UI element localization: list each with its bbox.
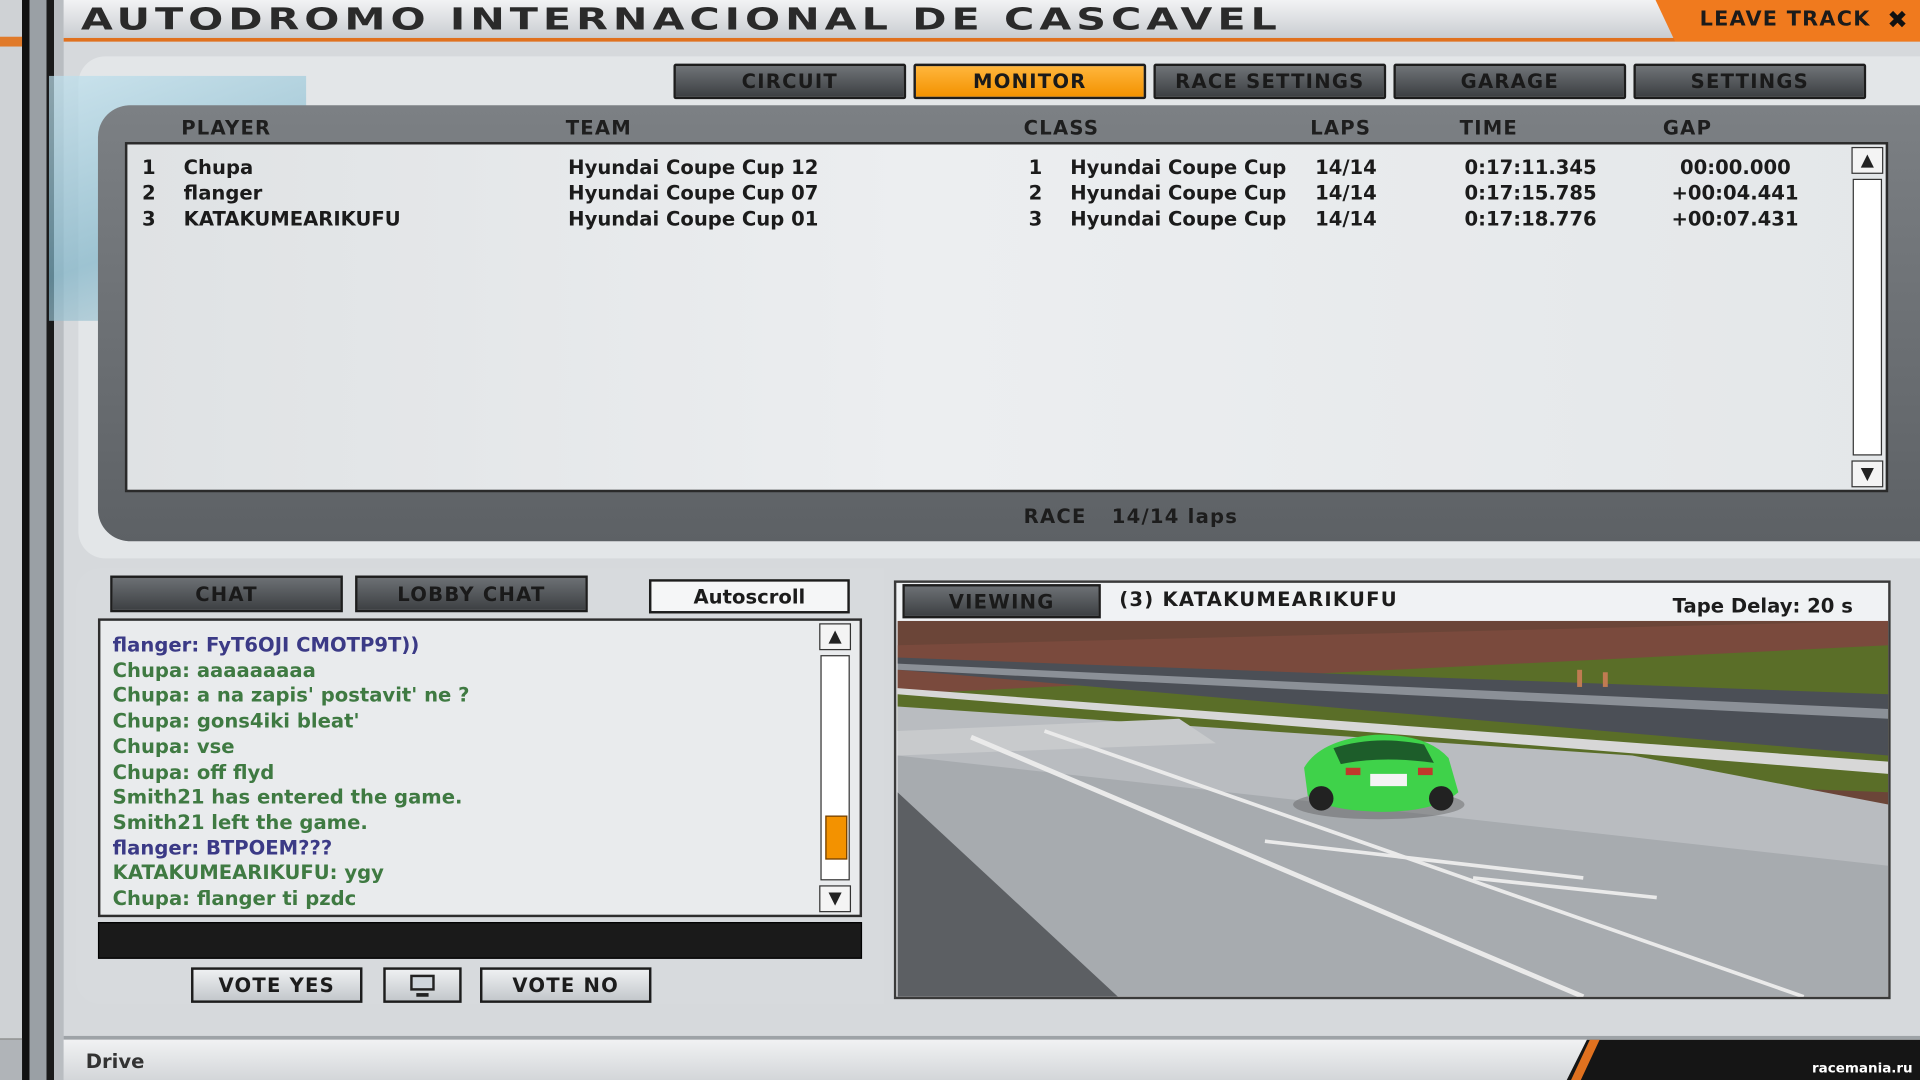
race-info: RACE 14/14 laps [1024, 504, 1238, 527]
tape-delay: Tape Delay: 20 s [1672, 593, 1853, 618]
status-text: Drive [85, 1049, 145, 1073]
scroll-up-icon[interactable]: ▲ [819, 623, 852, 651]
standings-table: 1 Chupa Hyundai Coupe Cup 12 1 Hyundai C… [124, 142, 1889, 493]
scroll-down-icon[interactable]: ▼ [819, 885, 852, 913]
leave-track-label: LEAVE TRACK [1699, 7, 1871, 32]
class-position: 2 [1028, 181, 1043, 205]
status-bar: Drive [63, 1035, 1920, 1080]
table-row[interactable]: 1 Chupa Hyundai Coupe Cup 12 1 Hyundai C… [127, 156, 1841, 182]
standings-scrollbar[interactable]: ▲ ▼ [1851, 146, 1884, 488]
player-name: flanger [183, 181, 263, 205]
laps: 14/14 [1315, 206, 1377, 231]
laps: 14/14 [1315, 155, 1377, 179]
class-position: 3 [1028, 206, 1043, 231]
class-name: Hyundai Coupe Cup [1070, 206, 1287, 231]
team-name: Hyundai Coupe Cup 01 [568, 206, 819, 231]
player-name: KATAKUMEARIKUFU [183, 206, 401, 231]
scroll-up-icon[interactable]: ▲ [1851, 146, 1884, 174]
vote-yes-button[interactable]: VOTE YES [191, 967, 363, 1003]
game-screen: AUTODROMO INTERNACIONAL DE CASCAVEL LEAV… [0, 0, 1920, 1080]
scroll-down-icon[interactable]: ▼ [1851, 460, 1884, 488]
tab-circuit[interactable]: CIRCUIT [673, 63, 907, 100]
laps: 14/14 [1315, 181, 1377, 205]
class-name: Hyundai Coupe Cup [1070, 181, 1287, 205]
gap: 00:00.000 [1680, 155, 1791, 179]
track-title: AUTODROMO INTERNACIONAL DE CASCAVEL [80, 1, 1282, 37]
total-time: 0:17:18.776 [1464, 206, 1597, 231]
tab-garage[interactable]: GARAGE [1393, 63, 1627, 100]
chat-message: Chupa: a na zapis' postavit' ne ? [112, 683, 470, 708]
chat-message: Smith21 left the game. [112, 810, 368, 834]
position: 1 [142, 155, 156, 179]
vote-screen-button[interactable] [383, 967, 462, 1003]
scrollbar-thumb[interactable] [825, 815, 848, 860]
vote-no-button[interactable]: VOTE NO [480, 967, 652, 1003]
title-bar: AUTODROMO INTERNACIONAL DE CASCAVEL [63, 0, 1920, 42]
main-tabs: CIRCUIT MONITOR RACE SETTINGS GARAGE SET… [673, 63, 1867, 100]
autoscroll-toggle[interactable]: Autoscroll [648, 579, 850, 614]
chat-message: Chupa: aaaaaaaaa [112, 658, 316, 682]
watermark: racemania.ru [1812, 1060, 1913, 1077]
left-bottom-block [0, 1038, 23, 1080]
team-name: Hyundai Coupe Cup 12 [568, 155, 819, 179]
viewing-button[interactable]: VIEWING [902, 584, 1101, 619]
chat-message: Chupa: off flyd [112, 759, 275, 784]
session-laps: 14/14 laps [1111, 504, 1239, 528]
scrollbar-track[interactable] [1852, 178, 1883, 456]
tab-chat[interactable]: CHAT [110, 575, 343, 613]
chat-message: Chupa: vse [112, 734, 235, 758]
leave-track-button[interactable]: LEAVE TRACK ✖ [1655, 0, 1920, 42]
left-accent [0, 36, 23, 47]
class-name: Hyundai Coupe Cup [1070, 155, 1287, 179]
column-header-class[interactable]: CLASS [1024, 116, 1099, 139]
total-time: 0:17:15.785 [1464, 181, 1597, 205]
column-header-gap[interactable]: GAP [1663, 116, 1712, 139]
tab-race-settings[interactable]: RACE SETTINGS [1153, 63, 1387, 100]
column-header-team[interactable]: TEAM [566, 116, 632, 139]
exit-icon: ✖ [1887, 4, 1908, 35]
total-time: 0:17:11.345 [1464, 155, 1597, 179]
chat-input[interactable] [97, 922, 863, 959]
table-row[interactable]: 3 KATAKUMEARIKUFU Hyundai Coupe Cup 01 3… [127, 207, 1841, 233]
gap: +00:04.441 [1671, 181, 1799, 205]
class-position: 1 [1028, 155, 1043, 179]
player-name: Chupa [183, 155, 254, 179]
chat-message: KATAKUMEARIKUFU: ygy [112, 861, 384, 885]
position: 3 [142, 206, 156, 231]
tab-lobby-chat[interactable]: LOBBY CHAT [355, 575, 588, 613]
chat-message: flanger: FyT6OJI CMOTP9T)) [112, 633, 420, 657]
chat-message: flanger: BTPOEM??? [112, 835, 333, 860]
session-type: RACE [1023, 504, 1087, 528]
column-header-player[interactable]: PLAYER [181, 116, 271, 139]
chat-log: flanger: FyT6OJI CMOTP9T)) Chupa: aaaaaaa… [97, 618, 863, 918]
chat-message: Chupa: gons4iki bleat' [112, 709, 360, 733]
column-header-laps[interactable]: LAPS [1310, 116, 1371, 139]
viewed-driver: (3) KATAKUMEARIKUFU [1119, 587, 1398, 612]
chat-message: Smith21 has entered the game. [112, 785, 463, 809]
monitor-icon [410, 974, 435, 997]
scrollbar-track[interactable] [820, 655, 850, 881]
gap: +00:07.431 [1671, 206, 1799, 231]
table-row[interactable]: 2 flanger Hyundai Coupe Cup 07 2 Hyundai… [127, 181, 1841, 207]
position: 2 [142, 181, 156, 205]
tab-monitor[interactable]: MONITOR [913, 63, 1147, 100]
chat-scrollbar[interactable]: ▲ ▼ [818, 623, 852, 913]
chat-message: Chupa: flanger ti pzdc [112, 886, 357, 910]
column-header-time[interactable]: TIME [1460, 116, 1518, 139]
race-camera-view[interactable] [897, 620, 1889, 997]
team-name: Hyundai Coupe Cup 07 [568, 181, 819, 205]
tab-settings[interactable]: SETTINGS [1633, 63, 1867, 100]
